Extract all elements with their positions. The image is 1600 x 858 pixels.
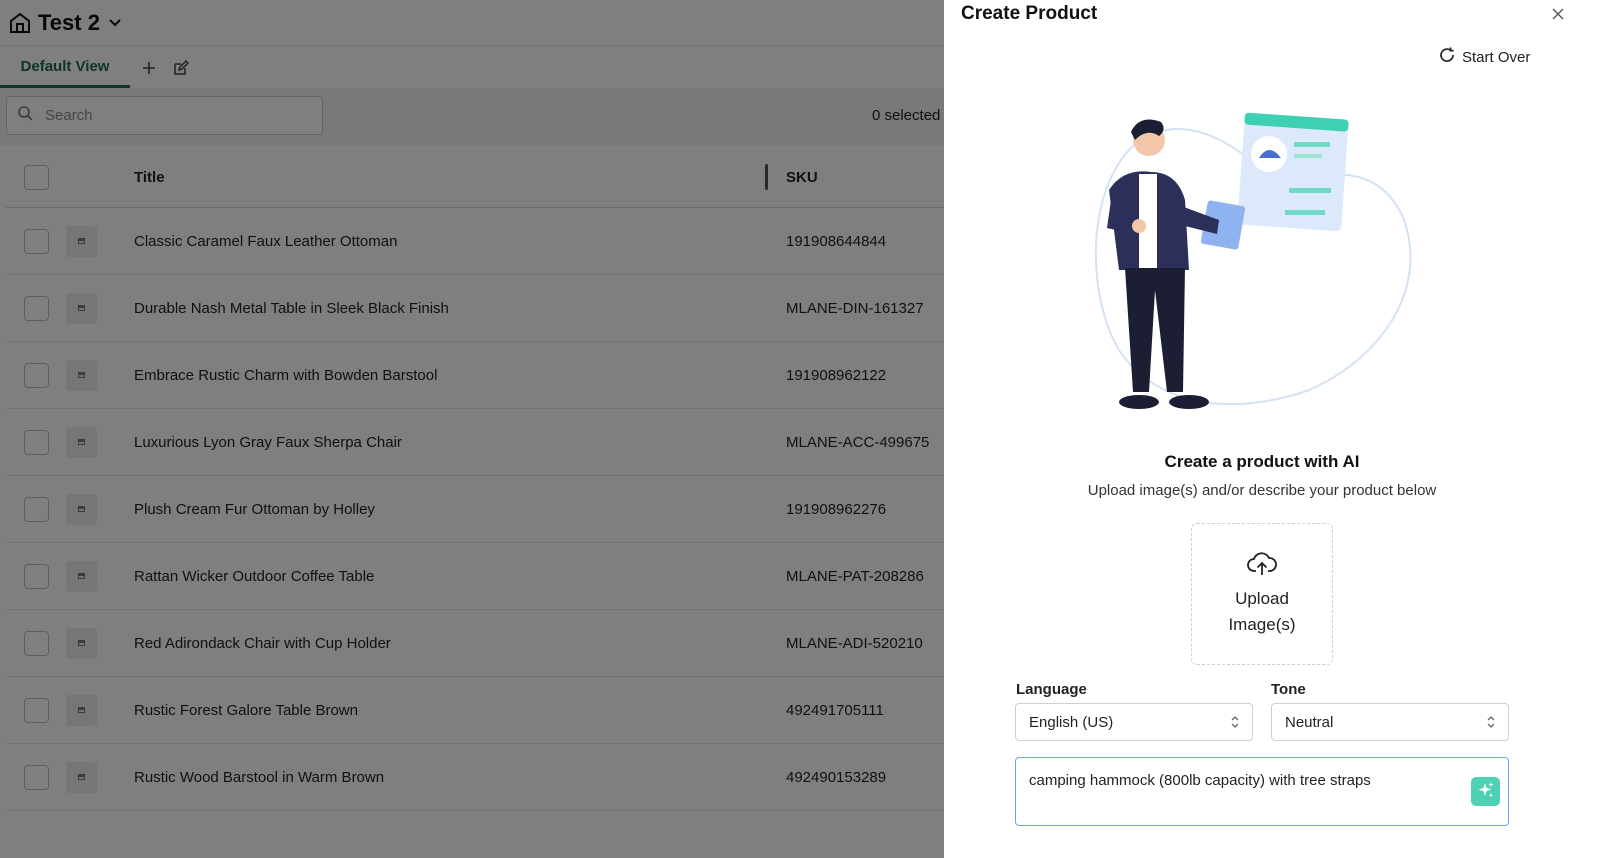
create-product-drawer: Create Product Start Over Create a produ…: [944, 0, 1600, 858]
ai-illustration: [1089, 110, 1434, 425]
modal-overlay[interactable]: [0, 0, 944, 858]
upload-cloud-icon: [1247, 551, 1277, 582]
tone-value: Neutral: [1285, 713, 1334, 731]
ai-subheading: Upload image(s) and/or describe your pro…: [1087, 482, 1437, 499]
product-description-input[interactable]: camping hammock (800lb capacity) with tr…: [1015, 757, 1509, 826]
product-description-text: camping hammock (800lb capacity) with tr…: [1029, 772, 1371, 789]
generate-ai-button[interactable]: [1471, 777, 1500, 806]
start-over-button[interactable]: Start Over: [1438, 45, 1530, 69]
sort-caret-icon: [1230, 715, 1240, 733]
language-value: English (US): [1029, 713, 1114, 731]
sort-caret-icon: [1486, 715, 1496, 733]
sparkle-icon: [1476, 780, 1496, 804]
upload-label: Upload Image(s): [1228, 588, 1296, 634]
ai-heading: Create a product with AI: [1164, 452, 1360, 471]
close-icon[interactable]: [1548, 4, 1568, 24]
drawer-title: Create Product: [961, 3, 1098, 24]
language-label: Language: [1016, 681, 1087, 698]
language-select[interactable]: English (US): [1015, 703, 1253, 741]
tone-select[interactable]: Neutral: [1271, 703, 1509, 741]
upload-images-button[interactable]: Upload Image(s): [1191, 523, 1333, 665]
tone-label: Tone: [1271, 681, 1306, 698]
refresh-icon: [1438, 46, 1456, 68]
start-over-label: Start Over: [1462, 48, 1531, 66]
